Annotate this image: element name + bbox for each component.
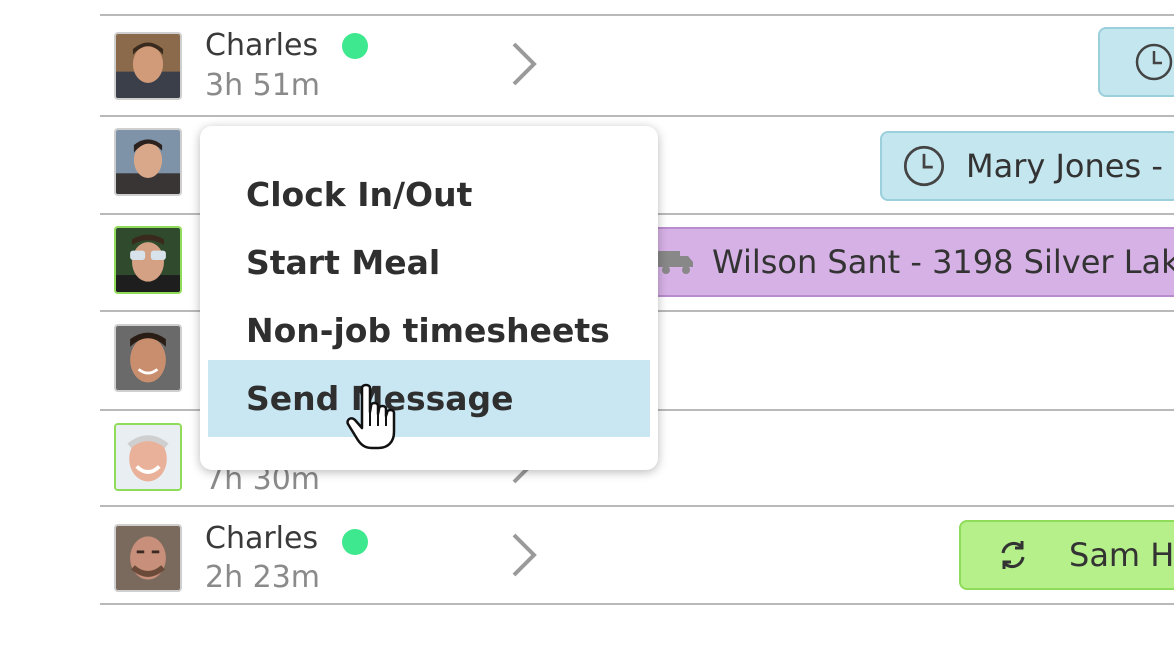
clock-icon <box>903 145 945 187</box>
shift-duration: 3h 51m <box>205 68 321 103</box>
menu-item-send-message[interactable]: Send Message <box>208 360 650 437</box>
context-menu: Clock In/Out Start Meal Non-job timeshee… <box>200 126 658 470</box>
menu-item-start-meal[interactable]: Start Meal <box>208 228 650 296</box>
row-divider <box>100 115 1174 117</box>
online-status-dot <box>342 33 368 59</box>
row-divider <box>100 14 1174 16</box>
employee-name: Charles <box>205 28 319 63</box>
menu-item-non-job-timesheets[interactable]: Non-job timesheets <box>208 296 650 364</box>
shift-duration: 2h 23m <box>205 560 321 595</box>
online-status-dot <box>342 529 368 555</box>
chevron-right-icon[interactable] <box>508 40 540 88</box>
job-chip[interactable] <box>1098 27 1174 97</box>
sync-icon <box>1001 541 1025 569</box>
avatar[interactable] <box>114 128 182 196</box>
clock-icon <box>1135 43 1173 81</box>
menu-item-clock-in-out[interactable]: Clock In/Out <box>208 160 650 228</box>
row-divider <box>100 505 1174 507</box>
avatar[interactable] <box>114 423 182 491</box>
job-label: Mary Jones - <box>966 147 1163 185</box>
job-chip[interactable]: Mary Jones - <box>880 131 1174 201</box>
job-chip[interactable]: Wilson Sant - 3198 Silver Lak <box>640 227 1174 297</box>
hand-cursor-icon <box>346 383 396 450</box>
avatar[interactable] <box>114 524 182 592</box>
job-chip[interactable]: Sam H <box>959 520 1174 590</box>
employee-name: Charles <box>205 521 319 556</box>
avatar[interactable] <box>114 324 182 392</box>
row-divider <box>100 603 1174 605</box>
job-label: Sam H <box>1069 536 1174 574</box>
avatar[interactable] <box>114 32 182 100</box>
chevron-right-icon[interactable] <box>508 531 540 579</box>
avatar[interactable] <box>114 226 182 294</box>
truck-icon <box>658 251 693 274</box>
job-label: Wilson Sant - 3198 Silver Lak <box>712 243 1174 281</box>
